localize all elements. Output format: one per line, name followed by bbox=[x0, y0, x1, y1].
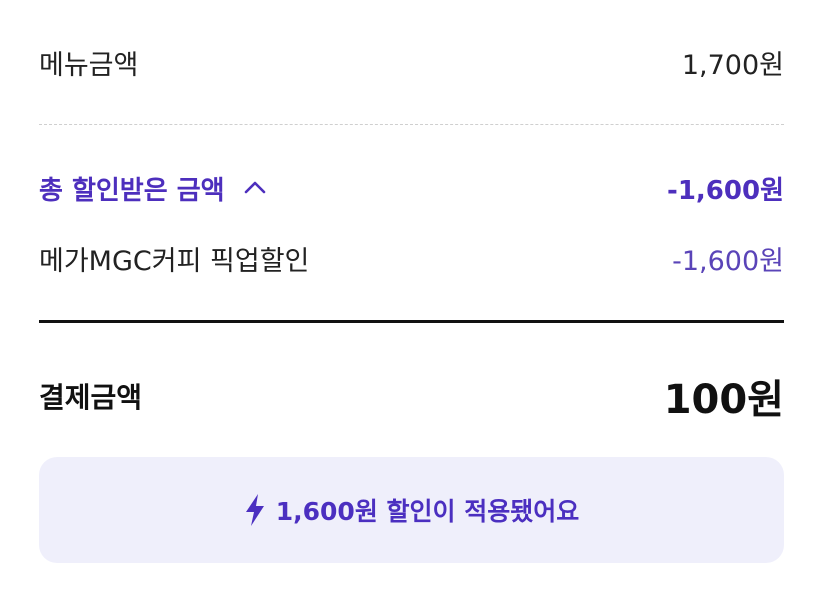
discount-applied-notice: 1,600원 할인이 적용됐어요 bbox=[39, 457, 784, 563]
discount-total-toggle[interactable]: 총 할인받은 금액 bbox=[39, 170, 267, 207]
discount-item-row: 메가MGC커피 픽업할인 -1,600원 bbox=[39, 236, 784, 280]
discount-item-label: 메가MGC커피 픽업할인 bbox=[39, 245, 310, 277]
chevron-up-icon[interactable] bbox=[243, 176, 267, 200]
dashed-divider bbox=[39, 124, 784, 125]
discount-total-row[interactable]: 총 할인받은 금액 -1,600원 bbox=[39, 166, 784, 210]
menu-amount-label: 메뉴금액 bbox=[39, 49, 139, 81]
discount-total-label: 총 할인받은 금액 bbox=[39, 175, 225, 206]
payment-amount-row: 결제금액 100원 bbox=[39, 368, 784, 424]
payment-amount-value: 100원 bbox=[663, 377, 784, 423]
discount-item-value: -1,600원 bbox=[672, 245, 784, 277]
payment-amount-label: 결제금액 bbox=[39, 381, 143, 414]
menu-amount-row: 메뉴금액 1,700원 bbox=[39, 40, 784, 84]
menu-amount-value: 1,700원 bbox=[681, 49, 784, 81]
notice-content: 1,600원 할인이 적용됐어요 bbox=[244, 492, 580, 528]
solid-divider bbox=[39, 320, 784, 323]
notice-text: 1,600원 할인이 적용됐어요 bbox=[275, 497, 580, 526]
discount-total-value: -1,600원 bbox=[667, 175, 784, 206]
lightning-icon bbox=[245, 494, 264, 526]
